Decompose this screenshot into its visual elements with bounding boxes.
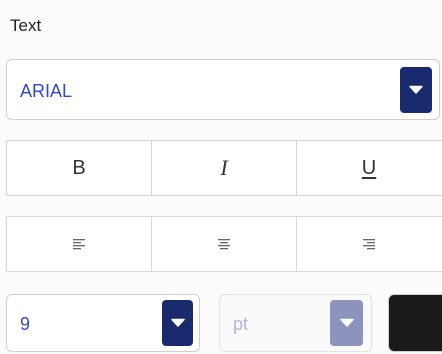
bold-label: B — [72, 156, 86, 179]
italic-button[interactable]: I — [152, 141, 297, 195]
chevron-down-icon — [170, 318, 185, 327]
text-color-swatch[interactable] — [388, 294, 442, 352]
align-right-icon — [363, 239, 375, 250]
chevron-down-icon — [339, 318, 354, 327]
font-unit-select[interactable]: pt — [219, 294, 372, 352]
underline-button[interactable]: U — [297, 141, 441, 195]
text-properties-panel: Text ARIAL B I U 9 pt — [0, 0, 442, 354]
section-title: Text — [10, 16, 42, 35]
bold-button[interactable]: B — [7, 141, 152, 195]
italic-label: I — [220, 155, 228, 180]
underline-label: U — [361, 156, 377, 179]
font-family-select[interactable]: ARIAL — [6, 59, 440, 120]
font-unit-dropdown-button[interactable] — [330, 300, 363, 346]
font-family-value: ARIAL — [20, 81, 73, 101]
align-left-icon — [73, 239, 85, 250]
align-right-button[interactable] — [297, 217, 441, 271]
font-size-select[interactable]: 9 — [6, 294, 200, 352]
font-unit-value: pt — [233, 314, 249, 334]
font-family-dropdown-button[interactable] — [400, 67, 432, 113]
chevron-down-icon — [409, 85, 423, 94]
align-center-button[interactable] — [152, 217, 297, 271]
font-size-dropdown-button[interactable] — [162, 300, 193, 346]
text-format-group: B I U — [6, 140, 442, 196]
align-left-button[interactable] — [7, 217, 152, 271]
align-center-icon — [218, 239, 230, 250]
text-align-group — [6, 216, 442, 272]
font-size-value: 9 — [20, 314, 31, 334]
